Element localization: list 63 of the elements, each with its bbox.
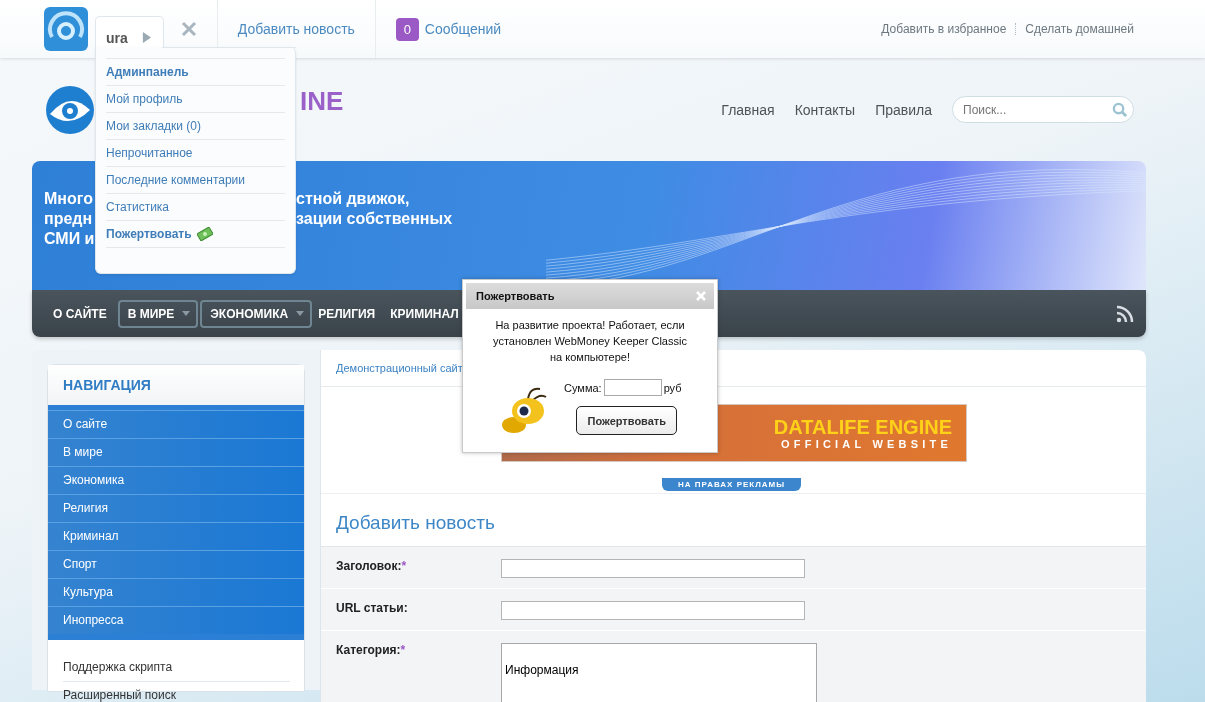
nav-item[interactable]: ЭКОНОМИКА xyxy=(200,299,313,328)
field-label: Заголовок:* xyxy=(336,559,408,573)
input-field[interactable] xyxy=(501,601,805,620)
sidebar-item[interactable]: Культура xyxy=(48,578,304,606)
banner-text: стной движок, xyxy=(296,189,410,209)
triangle-icon xyxy=(141,32,151,43)
sidebar-item[interactable]: Спорт xyxy=(48,550,304,578)
menu-item[interactable]: Непрочитанное xyxy=(106,139,285,166)
header-link[interactable]: Контакты xyxy=(794,101,856,118)
avatar-icon[interactable] xyxy=(44,7,88,51)
header-link[interactable]: Главная xyxy=(721,101,775,118)
caret-icon xyxy=(296,311,305,316)
ad-title: DATALIFE ENGINE xyxy=(773,416,952,438)
message-count: 0 xyxy=(395,17,419,41)
banner-text: Много xyxy=(44,189,93,209)
top-link[interactable]: Добавить в избранное xyxy=(881,22,1007,36)
menu-item[interactable]: Мои закладки (0) xyxy=(106,112,285,139)
field-label: Категория:* xyxy=(336,643,407,657)
currency-label: руб xyxy=(663,381,682,394)
search-icon[interactable] xyxy=(1112,102,1127,117)
category-list[interactable]: Информация xyxy=(501,643,817,702)
sidebar-item[interactable]: О сайте xyxy=(48,410,304,438)
dialog-title: Пожертвовать xyxy=(476,290,555,302)
sidebar-link[interactable]: Расширенный поиск xyxy=(63,682,290,702)
sidebar-item[interactable]: В мире xyxy=(48,438,304,466)
field-label: URL статьи: xyxy=(336,601,409,615)
menu-item[interactable]: Последние комментарии xyxy=(106,166,285,193)
messages-link[interactable]: 0 Сообщений xyxy=(395,17,502,41)
header-link[interactable]: Правила xyxy=(875,101,932,118)
banner-text: предн xyxy=(44,209,93,229)
ad-label: НА ПРАВАХ РЕКЛАМЫ xyxy=(662,478,802,491)
menu-item[interactable]: Пожертвовать xyxy=(106,220,285,248)
menu-item[interactable]: Админпанель xyxy=(106,58,285,85)
sidebar-title: НАВИГАЦИЯ xyxy=(48,365,304,405)
sidebar-item[interactable]: Криминал xyxy=(48,522,304,550)
input-field[interactable] xyxy=(501,559,805,578)
list-option[interactable]: Информация xyxy=(505,663,813,677)
close-icon[interactable] xyxy=(180,21,197,37)
messages-label: Сообщений xyxy=(424,21,502,37)
logo-text: INE xyxy=(300,86,344,117)
dialog-message: На развитие проекта! Работает, если установлен WebMoney Keeper Classic на компьютере! xyxy=(492,318,688,365)
caret-icon xyxy=(182,311,191,316)
banner-text: зации собственных xyxy=(296,209,453,229)
amount-label: Сумма: xyxy=(564,381,602,394)
nav-item[interactable]: В МИРЕ xyxy=(117,299,199,328)
add-news-link[interactable]: Добавить новость xyxy=(237,21,355,37)
nav-item[interactable]: О САЙТЕ xyxy=(49,301,116,326)
breadcrumb-link[interactable]: Демонстрационный сайт xyxy=(336,362,463,374)
money-icon xyxy=(196,227,213,241)
banner-text: СМИ и xyxy=(44,229,95,249)
donate-button[interactable]: Пожертвовать xyxy=(576,406,678,435)
nav-item[interactable]: РЕЛИГИЯ xyxy=(314,301,385,326)
menu-item[interactable]: Мой профиль xyxy=(106,85,285,112)
search-field[interactable]: Поиск... xyxy=(952,96,1134,123)
ad-subtitle: OFFICIAL WEBSITE xyxy=(781,438,952,450)
sidebar-link[interactable]: Поддержка скрипта xyxy=(63,654,290,682)
top-link[interactable]: Сделать домашней xyxy=(1025,22,1134,36)
rss-icon[interactable] xyxy=(1116,304,1134,323)
amount-field[interactable] xyxy=(603,379,662,396)
menu-item[interactable]: Статистика xyxy=(106,193,285,220)
sidebar-item[interactable]: Инопресса xyxy=(48,606,304,634)
sidebar-item[interactable]: Экономика xyxy=(48,466,304,494)
sidebar-item[interactable]: Религия xyxy=(48,494,304,522)
